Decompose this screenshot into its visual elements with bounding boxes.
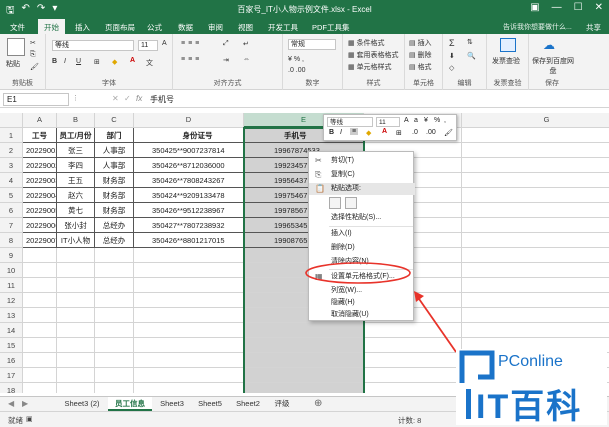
logo-text-bottom: IT百科	[476, 388, 583, 426]
pconline-logo: PConline IT百科	[456, 349, 607, 426]
sheet-tab[interactable]: 评级	[268, 397, 296, 411]
logo-bar	[466, 389, 471, 419]
sheet-tab-active[interactable]: 员工信息	[108, 397, 152, 411]
sheet-tab[interactable]: Sheet3 (2)	[58, 397, 106, 411]
add-sheet-icon[interactable]: ⊕	[314, 398, 322, 409]
prev-sheet-icon[interactable]: ◀	[8, 399, 14, 408]
annotation-arrow-line	[416, 295, 457, 353]
sheet-tab[interactable]: Sheet5	[192, 397, 228, 411]
sheet-tab[interactable]: Sheet3	[154, 397, 190, 411]
macro-record-icon[interactable]: ▣	[26, 415, 33, 423]
status-count: 计数: 8	[398, 416, 422, 425]
next-sheet-icon[interactable]: ▶	[22, 399, 28, 408]
logo-text-top: PConline	[498, 353, 563, 370]
status-ready: 就绪	[8, 416, 23, 425]
sheet-tab[interactable]: Sheet2	[230, 397, 266, 411]
highlight-ellipse	[305, 262, 411, 284]
